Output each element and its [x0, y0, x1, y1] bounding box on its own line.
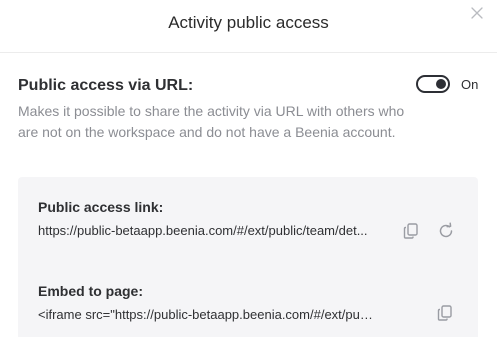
toggle-knob: [436, 79, 446, 89]
dialog-header: Activity public access: [0, 0, 497, 53]
close-icon: [471, 7, 483, 19]
public-access-description: Makes it possible to share the activity …: [18, 103, 405, 140]
dialog-title: Activity public access: [168, 13, 329, 32]
toggle-state-label: On: [461, 77, 479, 92]
close-button[interactable]: [469, 5, 485, 21]
copy-link-button[interactable]: [402, 222, 420, 240]
copy-embed-button[interactable]: [436, 304, 454, 322]
links-panel: Public access link: https://public-betaa…: [18, 177, 478, 337]
public-access-toggle-group: On: [416, 75, 480, 95]
copy-icon: [403, 223, 418, 239]
public-link-value[interactable]: https://public-betaapp.beenia.com/#/ext/…: [38, 223, 374, 238]
regenerate-link-button[interactable]: [437, 222, 455, 240]
refresh-icon: [439, 222, 453, 238]
embed-code-value[interactable]: <iframe src="https://public-betaapp.been…: [38, 307, 374, 322]
public-access-toggle[interactable]: [416, 75, 450, 93]
public-access-title: Public access via URL:: [18, 77, 194, 94]
public-link-label: Public access link:: [38, 199, 164, 215]
embed-label: Embed to page:: [38, 283, 144, 299]
public-access-dialog: Activity public access Public access via…: [0, 0, 497, 337]
copy-icon: [437, 305, 452, 321]
